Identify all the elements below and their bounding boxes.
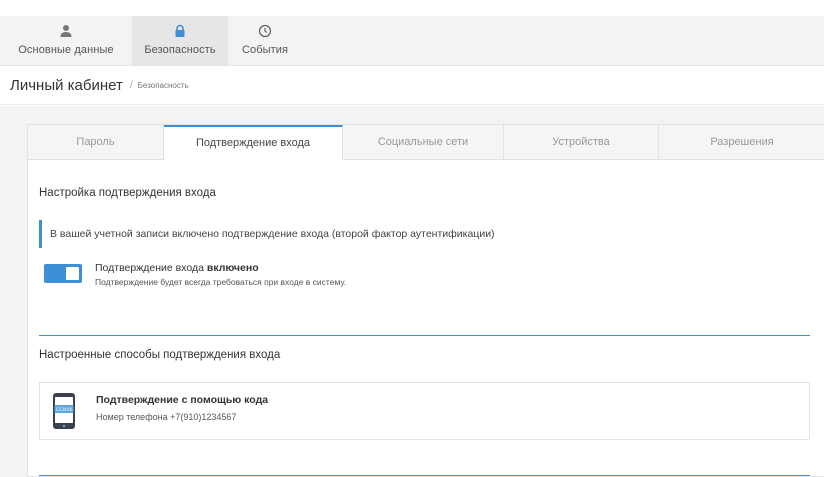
toggle-state: включено (206, 262, 259, 274)
nav-item-events[interactable]: События (228, 16, 302, 66)
method-card-code[interactable]: 123456 Подтверждение с помощью кода Номе… (39, 382, 810, 440)
security-panel: Пароль Подтверждение входа Социальные се… (27, 124, 824, 477)
tab-label: Подтверждение входа (195, 137, 311, 149)
breadcrumb: Личный кабинет / Безопасность (0, 67, 824, 105)
nav-item-main-data[interactable]: Основные данные (0, 16, 132, 66)
section-divider (39, 475, 810, 476)
tab-label: Пароль (76, 136, 115, 148)
page-title: Личный кабинет (10, 77, 123, 94)
breadcrumb-current: Безопасность (137, 81, 189, 90)
top-nav: Основные данные Безопасность События (0, 16, 824, 66)
notice-text: В вашей учетной записи включено подтверж… (50, 228, 495, 240)
tab-devices[interactable]: Устройства (504, 125, 659, 160)
nav-item-label: Основные данные (18, 44, 114, 56)
tab-password[interactable]: Пароль (28, 125, 164, 160)
tab-label: Разрешения (710, 136, 774, 148)
section-divider (39, 335, 810, 336)
methods-title: Настроенные способы подтверждения входа (39, 349, 281, 361)
top-strip (0, 0, 824, 16)
tab-label: Социальные сети (377, 136, 469, 148)
toggle-title: Подтверждение входа включено (95, 262, 346, 274)
lock-icon (175, 24, 185, 37)
nav-item-label: События (241, 44, 289, 56)
status-notice: В вашей учетной записи включено подтверж… (39, 220, 799, 248)
method-title: Подтверждение с помощью кода (96, 394, 269, 406)
toggle-title-prefix: Подтверждение входа (95, 262, 207, 274)
tab-login-confirmation[interactable]: Подтверждение входа (164, 125, 343, 160)
toggle-description: Подтверждение входа включено Подтвержден… (95, 262, 346, 287)
phone-code-icon: 123456 (53, 393, 75, 429)
tab-permissions[interactable]: Разрешения (659, 125, 824, 160)
toggle-knob (66, 267, 79, 280)
tab-social-networks[interactable]: Социальные сети (343, 125, 504, 160)
tab-label: Устройства (552, 136, 610, 148)
login-confirmation-title: Настройка подтверждения входа (39, 187, 216, 199)
tabs: Пароль Подтверждение входа Социальные се… (28, 125, 824, 160)
nav-item-security[interactable]: Безопасность (132, 16, 228, 66)
user-icon (60, 25, 72, 37)
login-confirmation-toggle[interactable] (44, 264, 82, 283)
toggle-subtitle: Подтверждение будет всегда требоваться п… (95, 277, 347, 287)
phone-code-text: 123456 (55, 407, 72, 413)
clock-icon (258, 24, 272, 38)
method-phone: Номер телефона +7(910)1234567 (96, 412, 237, 422)
method-text: Подтверждение с помощью кода Номер телеф… (96, 394, 268, 422)
breadcrumb-separator: / (129, 80, 133, 91)
nav-item-label: Безопасность (144, 44, 216, 56)
